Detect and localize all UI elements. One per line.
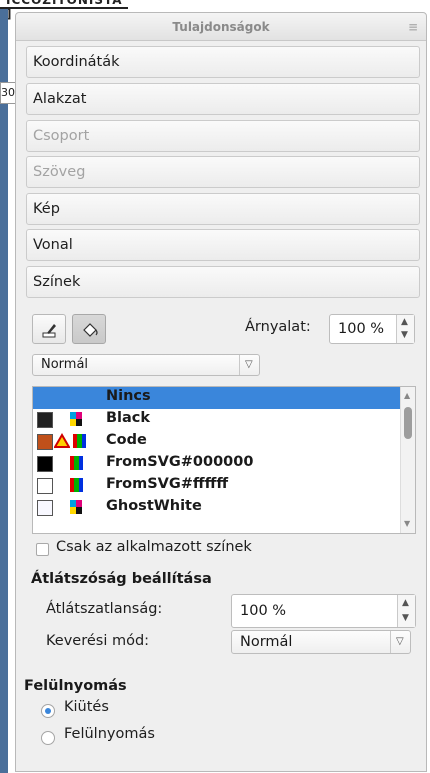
color-row-fromsvg-000000[interactable]: FromSVG#000000: [33, 453, 401, 475]
shade-stepper[interactable]: ▲ ▼: [396, 315, 414, 343]
section-group: Csoport: [26, 120, 420, 152]
overprint-label: Felülnyomás: [64, 726, 155, 742]
section-colors[interactable]: Színek: [26, 266, 420, 298]
panel-title-text: Tulajdonságok: [172, 20, 270, 34]
opacity-value[interactable]: 100 %: [240, 595, 286, 627]
color-swatch: [37, 500, 53, 516]
color-list-scrollbar[interactable]: ▲ ▼: [400, 387, 415, 533]
section-line[interactable]: Vonal: [26, 229, 420, 261]
blend-mode-label: Keverési mód:: [46, 633, 150, 649]
properties-panel: Tulajdonságok ≡ Koordináták Alakzat Csop…: [15, 12, 427, 772]
color-swatch: [37, 478, 53, 494]
only-used-colors-checkbox[interactable]: [36, 543, 49, 556]
warning-icon: [54, 433, 70, 448]
chevron-down-icon: ▽: [396, 636, 404, 647]
color-list[interactable]: Nincs Black Code FromSVG#000000 FromSVG#…: [32, 386, 416, 534]
color-row-fromsvg-ffffff[interactable]: FromSVG#ffffff: [33, 475, 401, 497]
edit-line-color-button[interactable]: [32, 314, 66, 344]
opacity-stepper[interactable]: ▲ ▼: [397, 595, 415, 627]
knockout-label: Kiütés: [64, 699, 109, 715]
only-used-colors-label: Csak az alkalmazott színek: [56, 539, 252, 555]
cmyk-icon: [70, 500, 83, 514]
opacity-label: Átlátszatlanság:: [46, 601, 163, 617]
panel-menu-icon[interactable]: ≡: [408, 13, 418, 41]
blend-mode-dropdown[interactable]: ▽: [390, 631, 410, 653]
section-image[interactable]: Kép: [26, 193, 420, 225]
stepper-down-icon[interactable]: ▼: [401, 330, 408, 340]
color-name: GhostWhite: [106, 498, 202, 514]
color-swatch: [37, 456, 53, 472]
scroll-down-icon[interactable]: ▼: [404, 519, 410, 528]
stepper-up-icon[interactable]: ▲: [401, 317, 408, 327]
fill-color-button[interactable]: [72, 314, 106, 344]
section-coordinates[interactable]: Koordináták: [26, 46, 420, 78]
shade-value[interactable]: 100 %: [338, 315, 384, 343]
edit-line-color-icon: [42, 324, 56, 338]
color-name: FromSVG#ffffff: [106, 476, 229, 492]
chevron-down-icon: ▽: [245, 359, 253, 370]
color-swatch: [37, 412, 53, 428]
transparency-heading: Átlátszóság beállítása: [31, 571, 212, 587]
rgb-icon: [73, 434, 86, 448]
fill-mode-select[interactable]: Normál ▽: [32, 354, 260, 376]
color-row-code[interactable]: Code: [33, 431, 401, 453]
blend-mode-select[interactable]: Normál ▽: [231, 630, 411, 654]
scroll-up-icon[interactable]: ▲: [404, 391, 410, 400]
color-name: Code: [106, 432, 147, 448]
color-name: Nincs: [106, 388, 151, 404]
shade-label: Árnyalat:: [245, 319, 311, 335]
color-row-ghostwhite[interactable]: GhostWhite: [33, 497, 401, 519]
background-window-edge: [0, 9, 8, 773]
knockout-radio[interactable]: [41, 704, 55, 718]
background-toolbar-strip: ICCOZITONISTA ]: [0, 0, 128, 21]
fill-mode-dropdown[interactable]: ▽: [239, 355, 259, 375]
blend-mode-value: Normál: [240, 634, 293, 650]
scroll-thumb[interactable]: [404, 407, 412, 439]
overprint-radio[interactable]: [41, 731, 55, 745]
cmyk-icon: [70, 412, 83, 426]
color-swatch: [37, 434, 53, 450]
fill-color-icon: [83, 323, 98, 337]
opacity-spinbox[interactable]: 100 % ▲ ▼: [231, 594, 416, 628]
rgb-icon: [70, 456, 83, 470]
section-text: Szöveg: [26, 156, 420, 188]
shade-spinbox[interactable]: 100 % ▲ ▼: [329, 314, 415, 344]
fill-mode-value: Normál: [41, 357, 89, 372]
color-name: Black: [106, 410, 151, 426]
color-row-nincs[interactable]: Nincs: [33, 387, 401, 409]
color-name: FromSVG#000000: [106, 454, 254, 470]
panel-title[interactable]: Tulajdonságok ≡: [16, 13, 426, 41]
color-row-black[interactable]: Black: [33, 409, 401, 431]
rgb-icon: [70, 478, 83, 492]
stepper-down-icon[interactable]: ▼: [402, 613, 409, 623]
section-shape[interactable]: Alakzat: [26, 83, 420, 115]
overprint-heading: Felülnyomás: [24, 678, 127, 694]
stepper-up-icon[interactable]: ▲: [402, 598, 409, 608]
